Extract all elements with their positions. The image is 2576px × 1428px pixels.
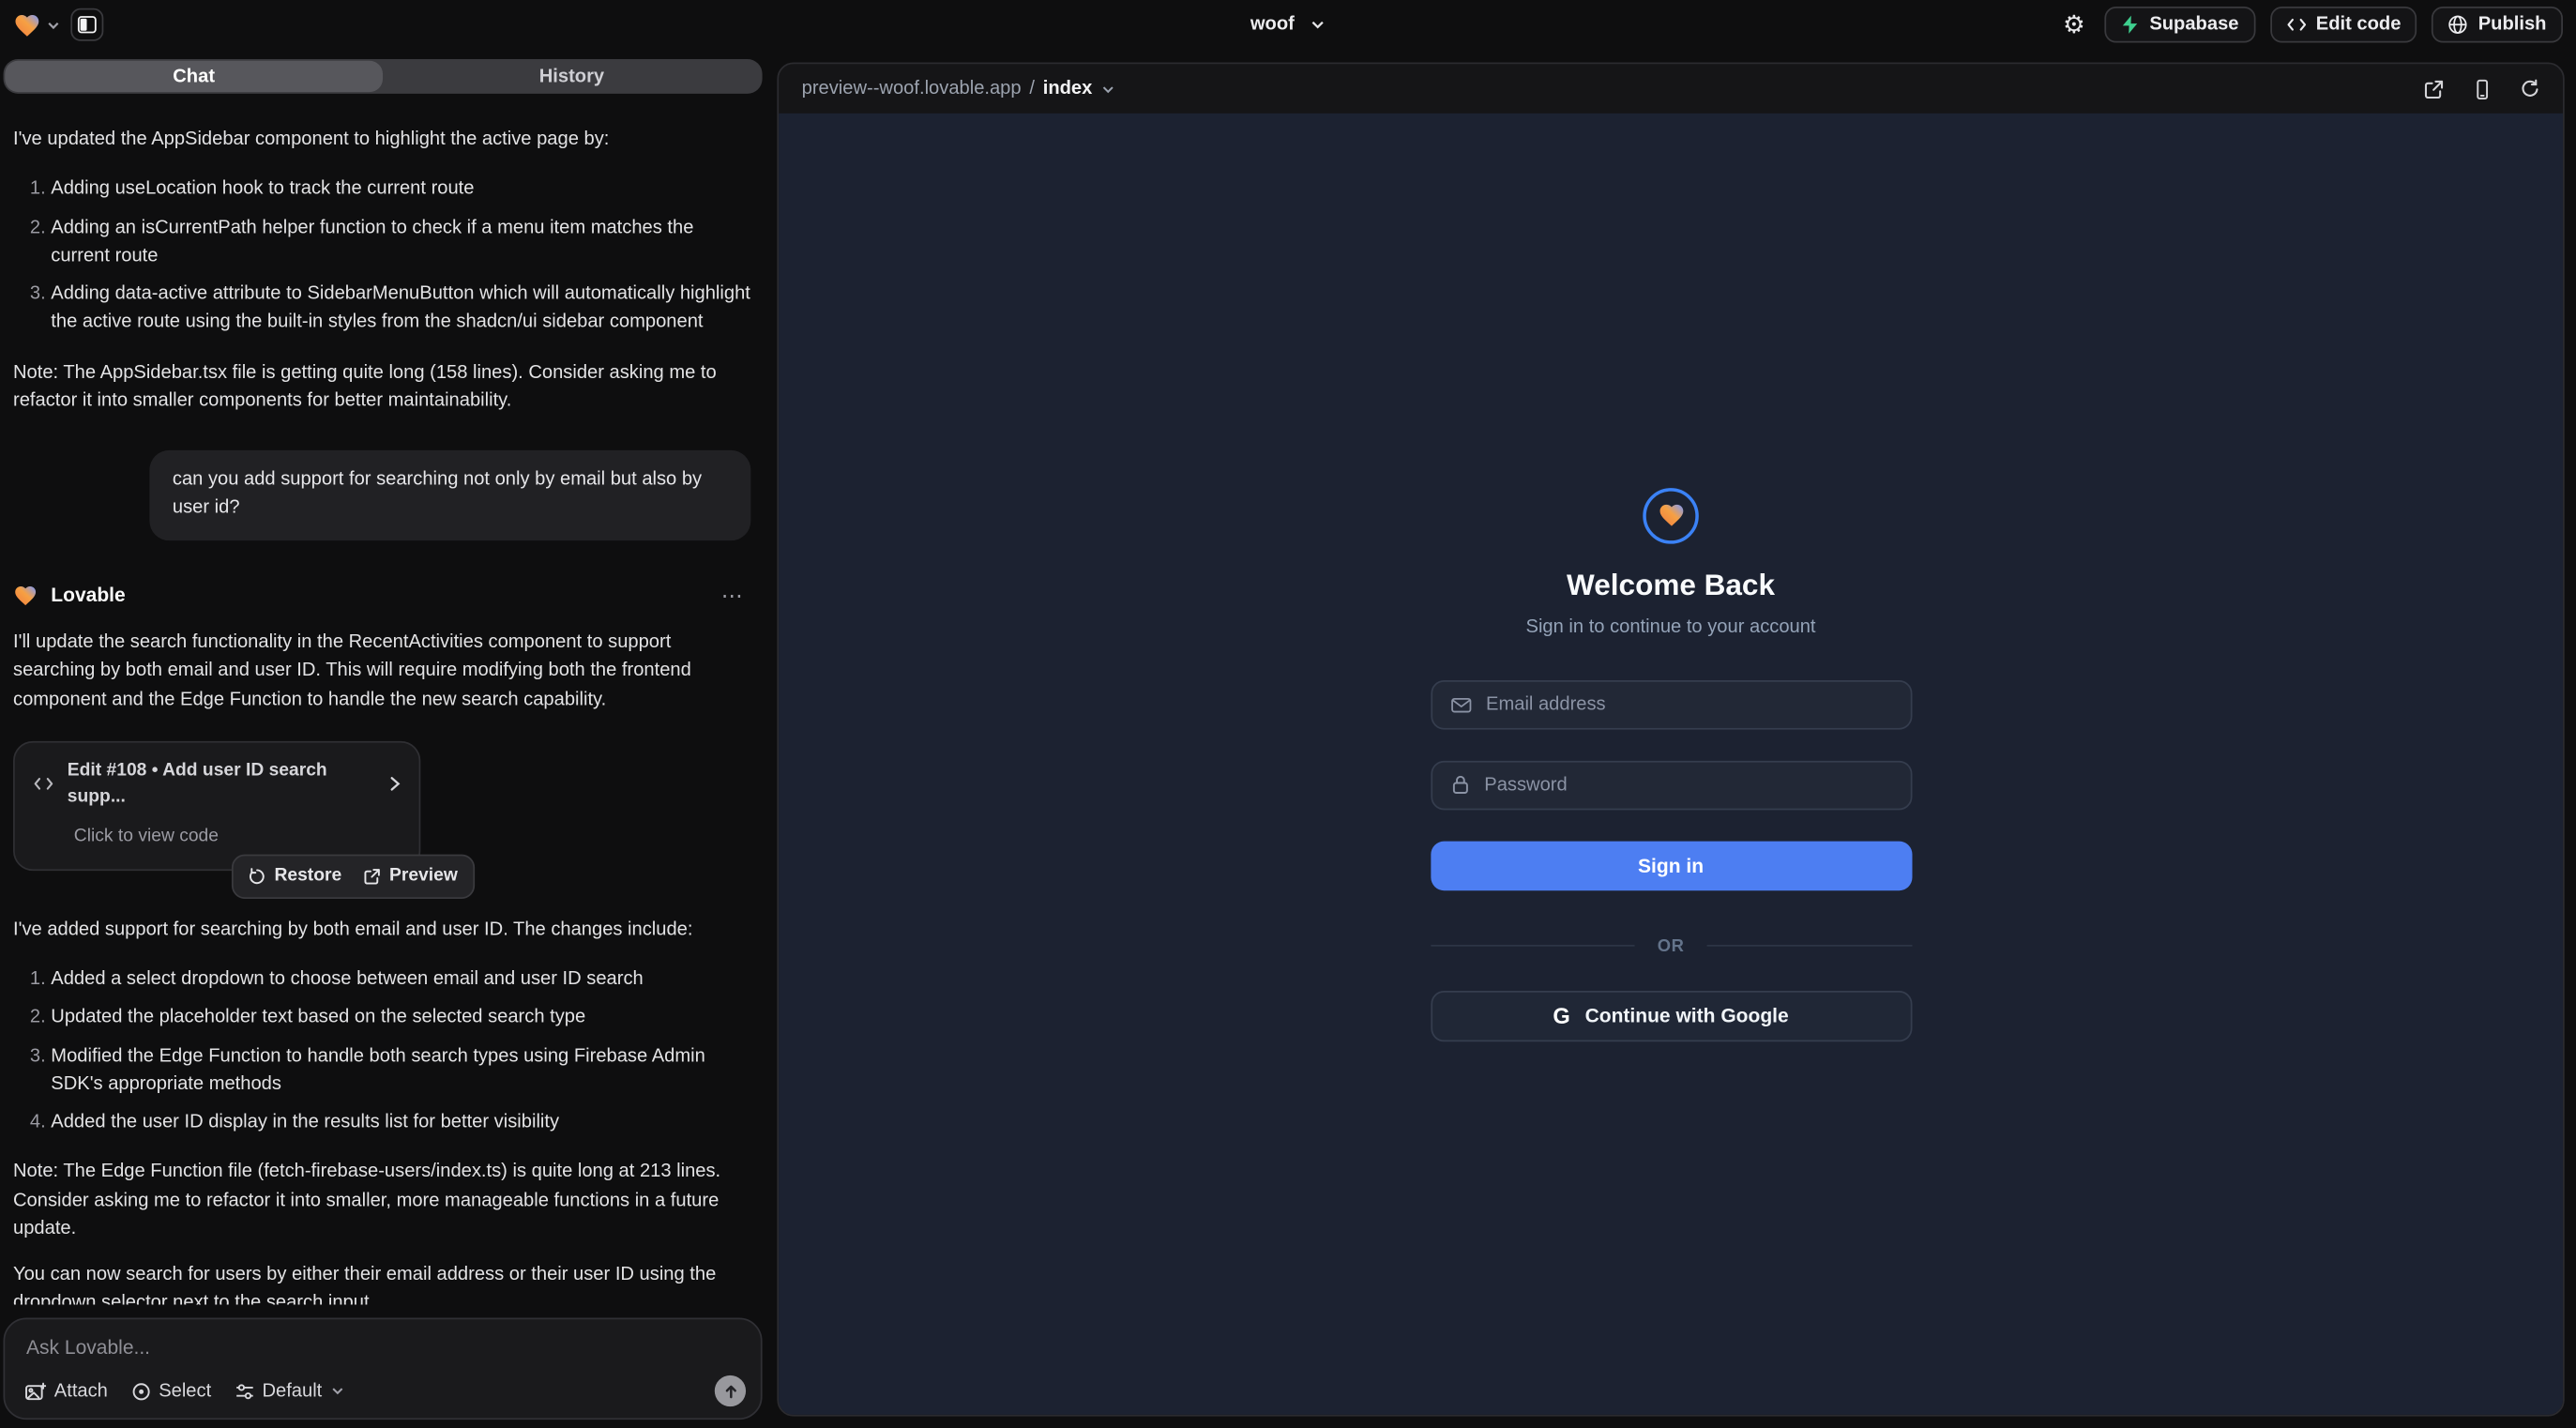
- assistant-header: Lovable ⋯: [13, 579, 750, 611]
- code-icon: [33, 776, 54, 793]
- password-field[interactable]: [1484, 775, 1891, 795]
- lock-icon: [1450, 774, 1470, 796]
- lovable-heart-icon: [13, 583, 38, 607]
- assistant-paragraph: You can now search for users by either t…: [13, 1262, 750, 1305]
- assistant-list: Adding useLocation hook to track the cur…: [13, 176, 750, 338]
- chevron-right-icon: [389, 776, 401, 793]
- email-field[interactable]: [1486, 694, 1892, 714]
- mail-icon: [1450, 694, 1472, 714]
- list-item: Adding an isCurrentPath helper function …: [51, 215, 750, 271]
- chevron-down-icon: [1310, 17, 1326, 34]
- settings-button[interactable]: ⚙: [2057, 8, 2090, 41]
- edit-code-button[interactable]: Edit code: [2270, 7, 2417, 43]
- chat-input[interactable]: [26, 1336, 561, 1360]
- mode-selector[interactable]: Default: [235, 1381, 345, 1401]
- external-link-icon: [363, 868, 381, 886]
- preview-panel: preview--woof.lovable.app / index: [777, 63, 2564, 1417]
- lovable-heart-icon: [13, 10, 41, 38]
- chevron-down-icon: [1100, 82, 1115, 97]
- send-button[interactable]: [715, 1375, 746, 1406]
- preview-button[interactable]: Preview: [363, 863, 458, 890]
- app-preview-frame: Welcome Back Sign in to continue to your…: [779, 114, 2563, 1415]
- tab-chat[interactable]: Chat: [5, 61, 383, 92]
- list-item: Adding useLocation hook to track the cur…: [51, 176, 750, 205]
- select-target-icon: [130, 1381, 150, 1401]
- list-item: Updated the placeholder text based on th…: [51, 1004, 750, 1032]
- assistant-name: Lovable: [51, 581, 125, 611]
- supabase-bolt-icon: [2122, 15, 2140, 35]
- google-g-icon: G: [1553, 1003, 1569, 1027]
- sign-in-button[interactable]: Sign in: [1430, 841, 1911, 890]
- chevron-down-icon: [46, 17, 61, 32]
- assistant-note: Note: The AppSidebar.tsx file is getting…: [13, 359, 750, 416]
- or-divider: OR: [1430, 935, 1911, 955]
- app-logo: [1643, 487, 1699, 543]
- page-subtitle: Sign in to continue to your account: [1526, 617, 1816, 637]
- attach-button[interactable]: Attach: [24, 1381, 108, 1401]
- chat-history-tabs: Chat History: [4, 59, 763, 94]
- list-item: Adding data-active attribute to SidebarM…: [51, 281, 750, 337]
- screen: woof ⚙ Supabase Edit code: [0, 0, 2576, 1428]
- lovable-heart-icon: [1657, 501, 1685, 529]
- refresh-button[interactable]: [2520, 79, 2539, 99]
- sidebar-toggle-icon: [77, 15, 97, 35]
- tab-history[interactable]: History: [383, 61, 761, 92]
- continue-with-google-button[interactable]: G Continue with Google: [1430, 990, 1911, 1041]
- open-in-new-tab-button[interactable]: [2423, 78, 2445, 99]
- mobile-view-button[interactable]: [2473, 78, 2493, 99]
- topbar: woof ⚙ Supabase Edit code: [0, 0, 2576, 50]
- attach-image-icon: [24, 1381, 46, 1401]
- assistant-paragraph: I've updated the AppSidebar component to…: [13, 127, 750, 155]
- edit-hover-toolbar: Restore Preview: [232, 855, 474, 898]
- publish-button[interactable]: Publish: [2432, 7, 2563, 43]
- code-icon: [2286, 17, 2306, 34]
- chevron-down-icon: [330, 1384, 345, 1399]
- page-title: Welcome Back: [1567, 568, 1775, 602]
- list-item: Added the user ID display in the results…: [51, 1109, 750, 1137]
- globe-icon: [2448, 15, 2468, 35]
- composer: Attach Select Defa: [4, 1318, 763, 1420]
- assistant-list: Added a select dropdown to choose betwee…: [13, 966, 750, 1138]
- edit-card-title: Edit #108 • Add user ID search supp...: [68, 757, 376, 812]
- select-button[interactable]: Select: [130, 1381, 211, 1401]
- edit-card-subtitle: Click to view code: [74, 823, 402, 850]
- supabase-button[interactable]: Supabase: [2105, 7, 2255, 43]
- chat-panel: Chat History I've updated the AppSidebar…: [0, 50, 765, 1428]
- project-menu[interactable]: woof: [1250, 0, 1326, 50]
- restore-icon: [248, 868, 265, 886]
- assistant-paragraph: I've added support for searching by both…: [13, 917, 750, 945]
- sidebar-toggle-button[interactable]: [70, 8, 103, 41]
- preview-page-name: index: [1043, 79, 1093, 99]
- ellipsis-icon[interactable]: ⋯: [721, 579, 751, 611]
- preview-header: preview--woof.lovable.app / index: [779, 64, 2563, 114]
- gear-icon: ⚙: [2063, 12, 2085, 37]
- user-message: can you add support for searching not on…: [149, 450, 750, 539]
- preview-url-selector[interactable]: preview--woof.lovable.app / index: [802, 79, 1115, 99]
- assistant-note: Note: The Edge Function file (fetch-fire…: [13, 1159, 750, 1244]
- project-name: woof: [1250, 15, 1295, 35]
- restore-button[interactable]: Restore: [248, 863, 341, 890]
- lovable-logo-menu[interactable]: [13, 10, 61, 38]
- send-arrow-icon: [722, 1383, 739, 1400]
- sign-in-form: Sign in OR G Continue with Google: [1430, 679, 1911, 1041]
- list-item: Added a select dropdown to choose betwee…: [51, 966, 750, 995]
- assistant-paragraph: I'll update the search functionality in …: [13, 630, 750, 715]
- preview-url: preview--woof.lovable.app: [802, 79, 1022, 99]
- list-item: Modified the Edge Function to handle bot…: [51, 1042, 750, 1099]
- password-field-wrapper: [1430, 760, 1911, 810]
- edit-code-card[interactable]: Edit #108 • Add user ID search supp... C…: [13, 740, 420, 871]
- email-field-wrapper: [1430, 679, 1911, 729]
- chat-messages[interactable]: I've updated the AppSidebar component to…: [0, 94, 765, 1305]
- sliders-icon: [235, 1381, 254, 1401]
